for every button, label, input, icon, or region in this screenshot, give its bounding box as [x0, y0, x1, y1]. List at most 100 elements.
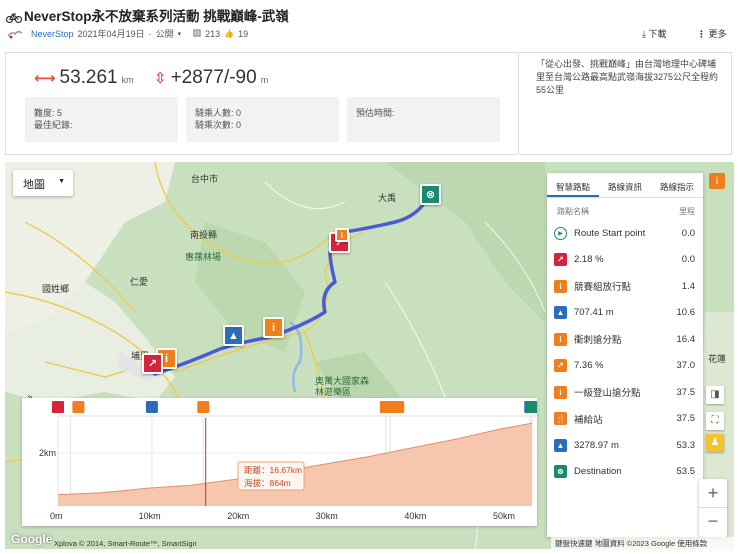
- distance-unit: km: [121, 75, 134, 85]
- waypoint-name: 衝刺搶分點: [574, 335, 622, 347]
- views-icon: [193, 29, 201, 39]
- start-climb-marker-icon[interactable]: ↗: [142, 353, 163, 374]
- waypoint-name: 7.36 %: [574, 360, 604, 372]
- waypoint-distance: 10.6: [676, 307, 696, 319]
- layers-button[interactable]: ◨: [706, 386, 724, 404]
- download-label: 下載: [648, 29, 667, 39]
- elevation-icon: ⇳: [154, 70, 167, 87]
- waypoint-row[interactable]: ▲ 3278.97 m 53.3: [547, 432, 703, 459]
- info-toggle-button[interactable]: i: [709, 173, 725, 189]
- waypoint-distance: 37.5: [676, 413, 696, 425]
- more-button[interactable]: ⋮ 更多: [697, 27, 727, 40]
- route-map[interactable]: 地圖 ▼ 台中市 南投縣 惠蓀林場 仁愛 國姓鄉 埔里 奧萬大國家森林遊樂區 大…: [5, 162, 734, 549]
- estimated-text: 預估時間:: [356, 108, 395, 118]
- map-label-hualien: 花蓮: [708, 354, 727, 364]
- elevation-finish-icon[interactable]: [526, 401, 537, 413]
- download-icon: ⤓: [642, 29, 646, 39]
- waypoint-row[interactable]: ▲ 707.41 m 10.6: [547, 300, 703, 327]
- info-icon: i: [554, 385, 567, 399]
- x-tick-label: 50km: [493, 511, 515, 521]
- food-icon: 🍴: [554, 412, 567, 426]
- elevation-info-icon[interactable]: [72, 401, 85, 413]
- info-icon: i: [554, 279, 567, 293]
- download-button[interactable]: ⤓ 下載: [642, 27, 667, 40]
- col-dist-header: 里程: [679, 207, 695, 216]
- elevation-stat: ⇳ +2877/-90 m: [154, 67, 268, 89]
- distance-stat: ⟷ 53.261 km: [34, 67, 134, 89]
- dot-separator: ·: [148, 28, 152, 39]
- distance-icon: ⟷: [34, 70, 56, 87]
- pegman-button[interactable]: ♟: [706, 434, 724, 452]
- elevation-unit: m: [260, 75, 269, 85]
- elevation-info-icon[interactable]: [197, 401, 210, 413]
- likes-count: 19: [238, 28, 249, 39]
- tab-smart-waypoints[interactable]: 智慧路點: [547, 173, 599, 197]
- summit-icon: ▲: [554, 438, 567, 452]
- map-label-guoxing: 國姓鄉: [42, 284, 70, 294]
- summit-marker-icon[interactable]: ▲: [223, 325, 244, 346]
- zoom-out-button[interactable]: −: [699, 508, 727, 536]
- more-label: 更多: [708, 29, 727, 39]
- waypoint-row[interactable]: ↗ 2.18 % 0.0: [547, 247, 703, 274]
- elevation-tooltip: 距離：16.67km 海拔：864m: [237, 461, 305, 491]
- map-attribution: Xplova © 2014, Smart-Route™, SmartSign: [54, 539, 197, 548]
- riders-text: 騎乘人數: 0: [195, 108, 242, 118]
- visibility-label: 公開: [155, 29, 174, 39]
- tooltip-distance: 距離：16.67km: [244, 465, 302, 475]
- waypoint-name: 3278.97 m: [574, 439, 619, 451]
- sprint-marker-icon[interactable]: i: [263, 317, 284, 338]
- elevation-value: +2877/-90: [170, 67, 257, 88]
- tab-route-info[interactable]: 路線資訊: [599, 173, 651, 197]
- waypoint-row[interactable]: i 一級登山搶分點 37.5: [547, 379, 703, 406]
- map-label-taichung: 台中市: [191, 174, 219, 184]
- route-meta: NeverStop 2021年04月19日 · 公開 ▾ 213 👍 19: [7, 27, 248, 40]
- waypoint-row[interactable]: ↗ 7.36 % 37.0: [547, 353, 703, 380]
- x-tick-label: 20km: [227, 511, 249, 521]
- elevation-climb-icon[interactable]: [52, 401, 64, 413]
- waypoint-distance: 16.4: [676, 333, 696, 345]
- waypoint-name: 707.41 m: [574, 307, 614, 319]
- waypoint-row[interactable]: 🍴 補給站 37.5: [547, 406, 703, 433]
- waypoint-row[interactable]: i 競賽組放行點 1.4: [547, 273, 703, 300]
- tab-route-directions[interactable]: 路線指示: [651, 173, 703, 197]
- climb-icon: ↗: [554, 359, 567, 373]
- waypoint-row[interactable]: i 衝刺搶分點 16.4: [547, 326, 703, 353]
- thumbs-up-icon[interactable]: 👍: [224, 29, 234, 38]
- map-type-label: 地圖: [23, 179, 45, 191]
- page-title: NeverStop永不放棄系列活動 挑戰巔峰-武嶺: [5, 5, 289, 26]
- waypoint-name: 競賽組放行點: [574, 282, 632, 294]
- finish-icon: ⊗: [554, 465, 567, 479]
- estimate-cell: 預估時間:: [347, 97, 500, 142]
- elevation-summit-icon[interactable]: [145, 401, 158, 413]
- x-tick-label: 40km: [404, 511, 426, 521]
- waypoint-column-headers: 路點名稱 里程: [547, 198, 703, 220]
- start-icon: ▶: [554, 226, 567, 240]
- waypoint-row[interactable]: ⊗ Destination 53.5: [547, 459, 703, 486]
- map-label-aowanda: 奧萬大國家森林遊樂區: [315, 376, 370, 397]
- info-marker-icon[interactable]: i: [335, 228, 349, 242]
- waypoint-row[interactable]: ▶ Route Start point 0.0: [547, 220, 703, 247]
- waypoint-distance: 53.5: [676, 466, 696, 478]
- finish-marker-icon[interactable]: ⊗: [420, 184, 441, 205]
- elevation-food-icon[interactable]: [392, 401, 405, 413]
- waypoint-list: ▶ Route Start point 0.0 ↗ 2.18 % 0.0 i 競賽組放行點 1.…: [547, 220, 703, 485]
- views-count: 213: [205, 28, 221, 39]
- riders-cell: 騎乘人數: 0 騎乘次數: 0: [186, 97, 339, 142]
- map-type-selector[interactable]: 地圖 ▼: [13, 170, 73, 196]
- caret-down-icon: ▼: [58, 178, 65, 185]
- owner-link[interactable]: NeverStop: [31, 29, 74, 39]
- route-stats: ⟷ 53.261 km ⇳ +2877/-90 m 難度: 5 最佳紀錄: 騎乘…: [5, 52, 519, 155]
- info-icon: i: [554, 332, 567, 346]
- page-header: NeverStop永不放棄系列活動 挑戰巔峰-武嶺 NeverStop 2021…: [0, 0, 740, 52]
- zoom-in-button[interactable]: +: [699, 479, 727, 508]
- elevation-chart[interactable]: 2km 0m 10km 20km 30km 40km 50km 距離：16.67km 海拔…: [22, 398, 537, 526]
- map-data-attribution[interactable]: 鍵盤快速鍵 地圖資料 ©2023 Google 使用條款: [551, 537, 734, 549]
- map-label-datong: 大禹: [378, 193, 397, 203]
- record-text: 最佳紀錄:: [34, 120, 73, 130]
- avatar[interactable]: [7, 28, 23, 40]
- difficulty-cell: 難度: 5 最佳紀錄:: [25, 97, 178, 142]
- info-icon: i: [715, 175, 719, 187]
- fullscreen-button[interactable]: ⛶: [706, 412, 724, 430]
- rides-text: 騎乘次數: 0: [195, 120, 242, 130]
- google-logo: Google: [11, 532, 53, 546]
